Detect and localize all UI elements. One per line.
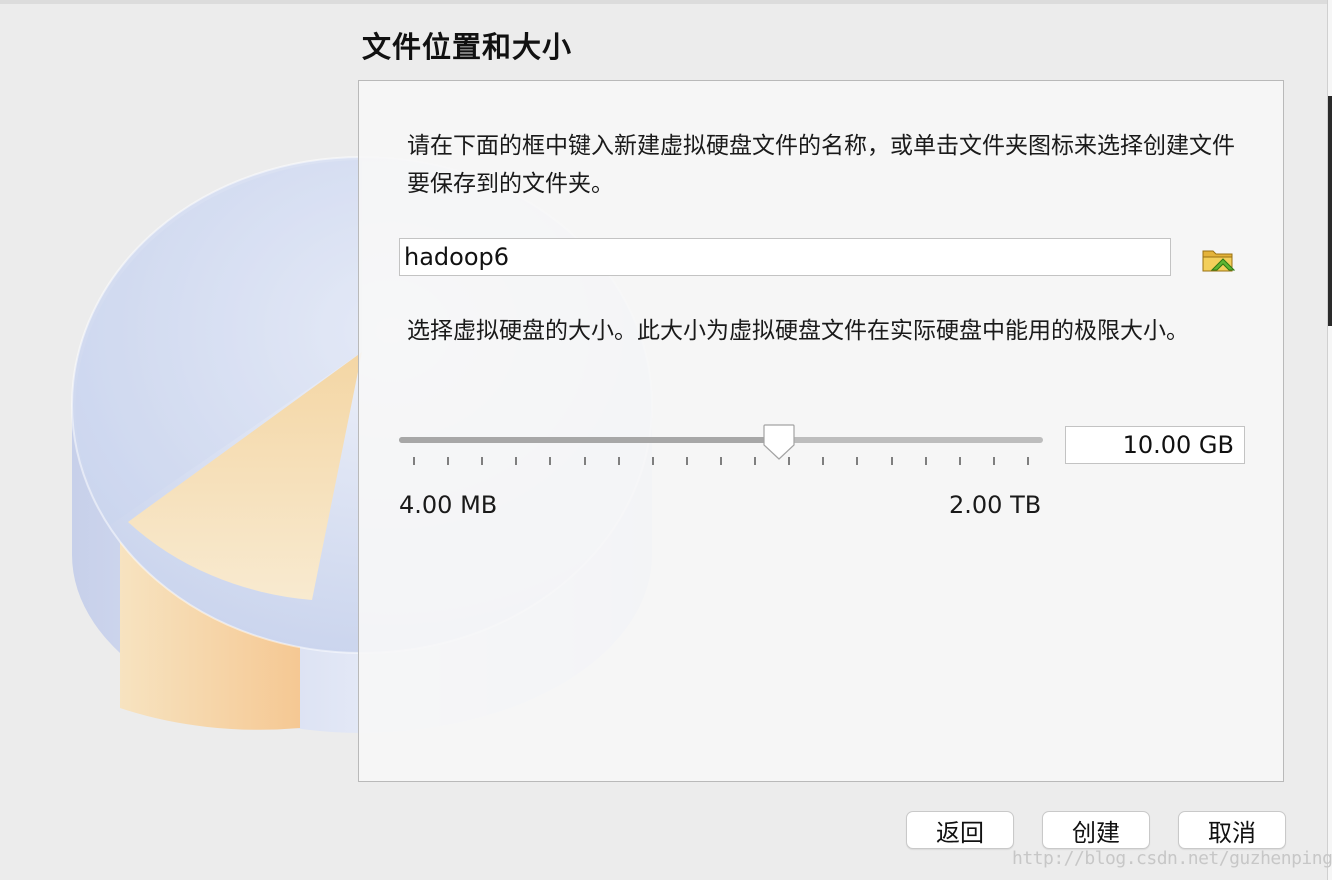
slider-tick (413, 457, 415, 465)
slider-tick (515, 457, 517, 465)
settings-panel: 请在下面的框中键入新建虚拟硬盘文件的名称，或单击文件夹图标来选择创建文件要保存到… (358, 80, 1284, 782)
slider-tick (993, 457, 995, 465)
slider-tick (754, 457, 756, 465)
location-description: 请在下面的框中键入新建虚拟硬盘文件的名称，或单击文件夹图标来选择创建文件要保存到… (407, 133, 1235, 197)
slider-tick (652, 457, 654, 465)
slider-tick (584, 457, 586, 465)
back-button[interactable]: 返回 (906, 811, 1014, 849)
slider-thumb[interactable] (762, 423, 796, 461)
size-max-label: 2.00 TB (949, 491, 1042, 519)
create-button[interactable]: 创建 (1042, 811, 1150, 849)
slider-fill (399, 437, 779, 443)
slider-tick (720, 457, 722, 465)
choose-folder-button[interactable] (1201, 243, 1236, 275)
slider-tick (618, 457, 620, 465)
watermark: http://blog.csdn.net/guzhenping (1012, 848, 1332, 869)
file-name-input[interactable] (399, 238, 1171, 276)
size-value-input[interactable] (1065, 426, 1245, 464)
slider-tick (686, 457, 688, 465)
size-description: 选择虚拟硬盘的大小。此大小为虚拟硬盘文件在实际硬盘中能用的极限大小。 (407, 318, 1189, 344)
slider-tick (822, 457, 824, 465)
slider-ticks (399, 457, 1043, 467)
slider-tick (925, 457, 927, 465)
window-right-edge (1327, 0, 1332, 880)
slider-tick (447, 457, 449, 465)
size-min-label: 4.00 MB (399, 491, 498, 519)
cancel-button[interactable]: 取消 (1178, 811, 1286, 849)
slider-tick (891, 457, 893, 465)
slider-tick (1027, 457, 1029, 465)
slider-tick (481, 457, 483, 465)
slider-tick (549, 457, 551, 465)
page-title: 文件位置和大小 (362, 30, 573, 64)
slider-tick (856, 457, 858, 465)
slider-tick (788, 457, 790, 465)
slider-tick (959, 457, 961, 465)
window-top-strip (0, 0, 1332, 4)
edge-marker (1328, 96, 1332, 326)
folder-up-arrow-icon (1202, 250, 1236, 272)
